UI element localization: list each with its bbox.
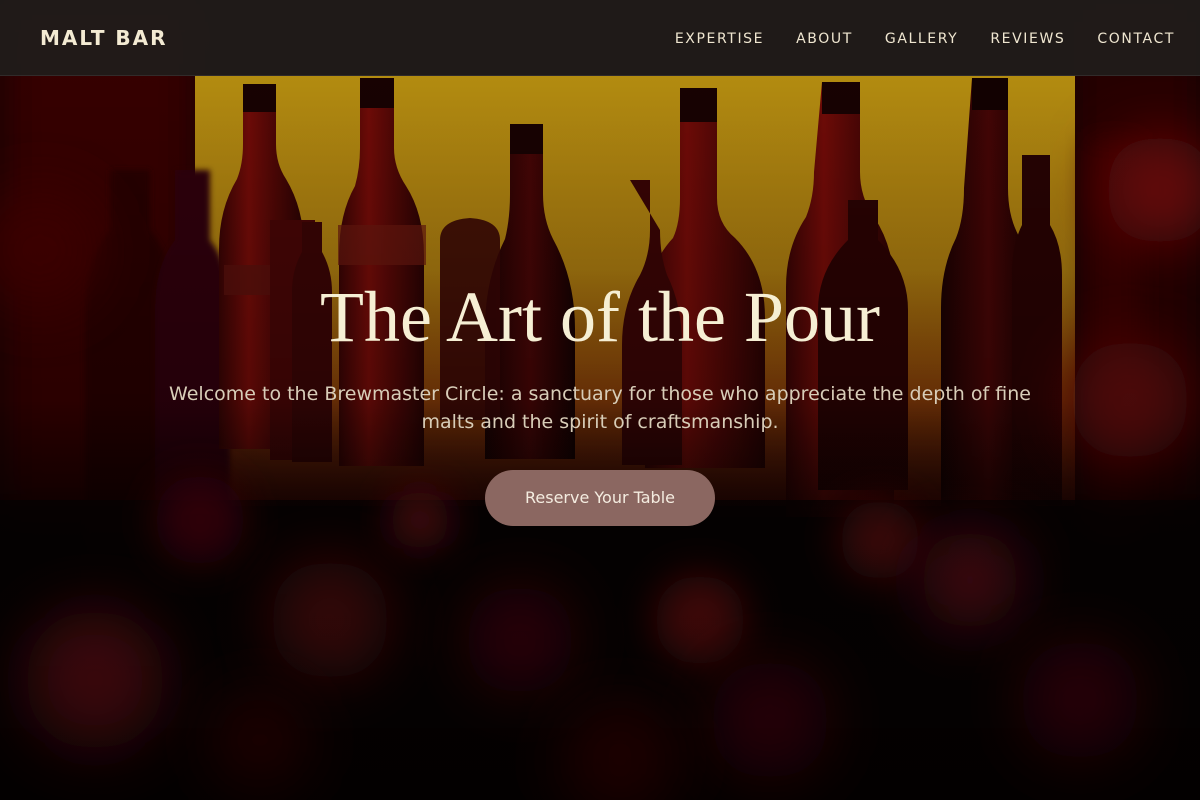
nav-item-expertise: EXPERTISE [675, 28, 764, 47]
nav-item-about: ABOUT [796, 28, 853, 47]
hero-section: The Art of the Pour Welcome to the Brewm… [0, 0, 1200, 800]
hero-title: The Art of the Pour [0, 276, 1200, 360]
nav-link-expertise[interactable]: EXPERTISE [675, 31, 764, 47]
nav-links: EXPERTISE ABOUT GALLERY REVIEWS CONTACT [643, 28, 1175, 47]
hero-content: The Art of the Pour Welcome to the Brewm… [0, 276, 1200, 526]
nav-link-contact[interactable]: CONTACT [1097, 31, 1175, 47]
brand-logo[interactable]: MALT BAR [40, 26, 168, 50]
top-navbar: MALT BAR EXPERTISE ABOUT GALLERY REVIEWS… [0, 0, 1200, 76]
nav-link-reviews[interactable]: REVIEWS [990, 31, 1065, 47]
nav-item-gallery: GALLERY [885, 28, 958, 47]
reserve-table-button[interactable]: Reserve Your Table [485, 470, 715, 526]
hero-subtitle: Welcome to the Brewmaster Circle: a sanc… [169, 383, 1031, 433]
nav-item-contact: CONTACT [1097, 28, 1175, 47]
nav-item-reviews: REVIEWS [990, 28, 1065, 47]
hero-title-text: The Art of the Pour [320, 277, 880, 357]
nav-link-about[interactable]: ABOUT [796, 31, 853, 47]
nav-link-gallery[interactable]: GALLERY [885, 31, 958, 47]
